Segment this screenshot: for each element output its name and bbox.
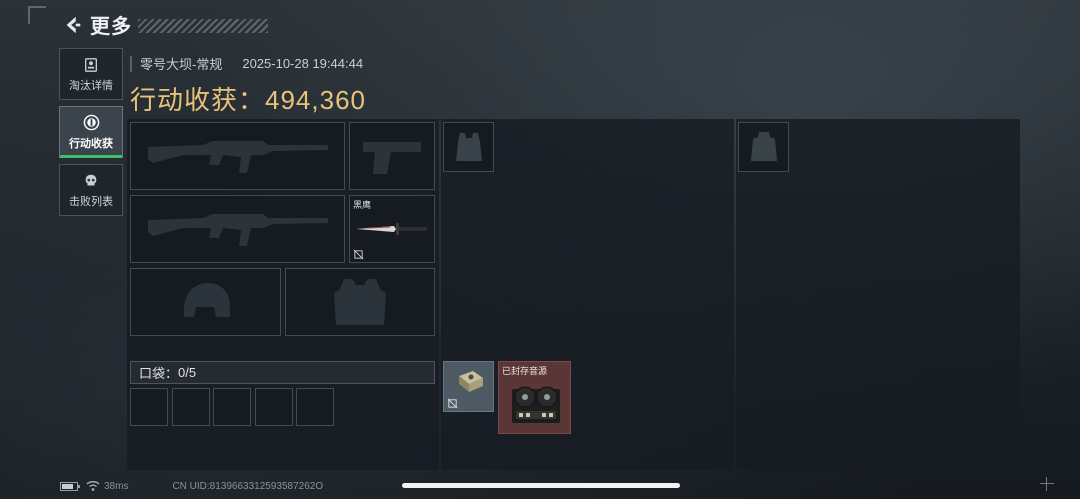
tab-action-harvest[interactable]: 行动收获: [59, 106, 123, 158]
harvest-value: 494,360: [265, 85, 366, 115]
title-decoration: [138, 18, 268, 33]
skull-icon: [82, 172, 100, 190]
pocket-slot[interactable]: [296, 388, 334, 426]
armor-silhouette-icon: [334, 279, 386, 325]
pocket-slot[interactable]: [255, 388, 293, 426]
loot-item-device[interactable]: [443, 361, 494, 412]
no-insure-icon: [447, 398, 458, 409]
frame-corner-bottom-right: [1040, 477, 1054, 491]
tab-defeat-list[interactable]: 击败列表: [59, 164, 123, 216]
tab-label: 行动收获: [69, 137, 113, 150]
knife-icon: [356, 223, 427, 235]
match-meta: 零号大坝-常规 2025-10-28 19:44:44: [130, 54, 363, 73]
pocket-slot[interactable]: [172, 388, 210, 426]
harvest-label: 行动收获：: [130, 85, 266, 115]
id-badge-icon: [82, 56, 100, 74]
frame-corner-top-left: [28, 6, 46, 24]
back-button[interactable]: [60, 12, 86, 38]
status-bar: 38ms CN UID:8139663312593587262O: [60, 480, 323, 492]
loot-item-sealed-audio[interactable]: 已封存音源: [498, 361, 571, 434]
rifle-silhouette-icon: [147, 141, 328, 173]
wifi-icon: [86, 481, 100, 491]
back-arrow-icon: [66, 16, 81, 33]
harvest-total: 行动收获：494,360: [130, 80, 366, 117]
backpack-slot[interactable]: [738, 122, 789, 172]
coin-icon: [82, 114, 100, 132]
pocket-slot[interactable]: [130, 388, 168, 426]
rifle-silhouette-icon: [147, 214, 328, 246]
melee-name: 黑鹰: [353, 200, 372, 210]
ping-value: 38ms: [104, 480, 129, 492]
armor-slot[interactable]: [285, 268, 435, 336]
backpack-icon: [750, 132, 777, 161]
pocket-label: 口袋：: [139, 366, 179, 381]
tab-label: 淘汰详情: [69, 79, 113, 92]
tab-elimination-details[interactable]: 淘汰详情: [59, 48, 123, 100]
home-indicator[interactable]: [402, 483, 680, 488]
device-case-icon: [459, 371, 483, 392]
tab-label: 击败列表: [69, 195, 113, 208]
tape-recorder-icon: [512, 386, 560, 423]
primary-weapon-slot[interactable]: [130, 122, 345, 190]
map-mode: 零号大坝-常规: [140, 57, 223, 72]
chest-rig-icon: [455, 133, 482, 161]
match-datetime: 2025-10-28 19:44:44: [242, 56, 364, 71]
no-insure-icon: [353, 249, 364, 260]
helmet-silhouette-icon: [183, 283, 230, 317]
meta-divider: [130, 55, 132, 72]
melee-slot[interactable]: 黑鹰: [349, 195, 435, 263]
pocket-header: 口袋： 0/5: [130, 361, 435, 384]
secondary-weapon-slot[interactable]: [130, 195, 345, 263]
helmet-slot[interactable]: [130, 268, 281, 336]
page-header: 更多: [60, 10, 268, 39]
pistol-silhouette-icon: [363, 142, 421, 174]
battery-icon: [60, 481, 80, 491]
sidebar: 淘汰详情 行动收获 击败列表: [59, 48, 123, 222]
pocket-count: 0/5: [178, 365, 197, 380]
chest-rig-slot[interactable]: [443, 122, 494, 172]
page-title: 更多: [90, 16, 132, 38]
pocket-slot[interactable]: [213, 388, 251, 426]
pistol-slot[interactable]: [349, 122, 435, 190]
user-uid: CN UID:8139663312593587262O: [172, 480, 324, 492]
